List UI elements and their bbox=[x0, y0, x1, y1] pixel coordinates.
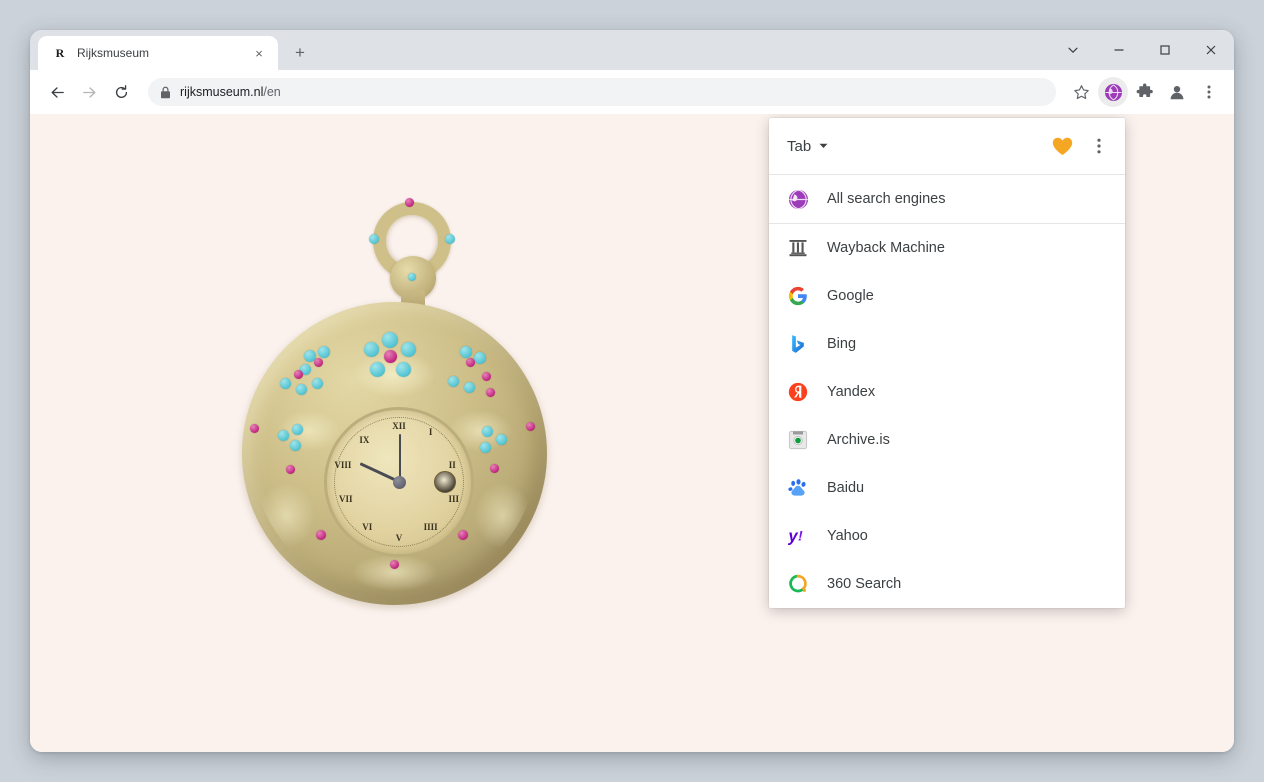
chrome-menu-icon[interactable] bbox=[1194, 77, 1224, 107]
gem-turquoise bbox=[408, 273, 416, 281]
tab-scope-label: Tab bbox=[787, 138, 811, 155]
engine-label: 360 Search bbox=[827, 576, 901, 592]
360-search-icon bbox=[787, 573, 809, 595]
reload-button[interactable] bbox=[106, 77, 136, 107]
maximize-icon[interactable] bbox=[1142, 30, 1188, 70]
url-path: /en bbox=[263, 85, 280, 99]
panel-header: Tab bbox=[769, 118, 1125, 174]
tab-close-icon[interactable]: × bbox=[250, 44, 268, 62]
watch-case: XII I II III IIII V VI VII VIII IX bbox=[242, 302, 547, 605]
pocket-watch-image: XII I II III IIII V VI VII VIII IX bbox=[235, 194, 595, 614]
watch-hand-cap bbox=[393, 476, 406, 489]
engine-label: Baidu bbox=[827, 480, 864, 496]
browser-window: R Rijksmuseum × + bbox=[30, 30, 1234, 752]
gem-turquoise bbox=[445, 234, 455, 244]
profile-avatar-icon[interactable] bbox=[1162, 77, 1192, 107]
engine-label: Archive.is bbox=[827, 432, 890, 448]
tab-strip: R Rijksmuseum × + bbox=[30, 30, 1234, 70]
new-tab-button[interactable]: + bbox=[285, 37, 315, 67]
puzzle-icon[interactable] bbox=[1130, 77, 1160, 107]
forward-button[interactable] bbox=[74, 77, 104, 107]
tab-scope-selector[interactable]: Tab bbox=[787, 138, 828, 155]
lock-icon bbox=[160, 86, 171, 99]
engine-item-yandex[interactable]: Yandex bbox=[769, 368, 1125, 416]
engine-item-archive-is[interactable]: Archive.is bbox=[769, 416, 1125, 464]
engine-label: All search engines bbox=[827, 191, 946, 207]
minimize-icon[interactable] bbox=[1096, 30, 1142, 70]
gem-ruby bbox=[405, 198, 414, 207]
engine-item-yahoo[interactable]: y ! Yahoo bbox=[769, 512, 1125, 560]
bing-icon bbox=[787, 333, 809, 355]
rijksmuseum-favicon: R bbox=[52, 45, 68, 61]
google-icon bbox=[787, 285, 809, 307]
baidu-icon bbox=[787, 477, 809, 499]
browser-tab[interactable]: R Rijksmuseum × bbox=[38, 36, 278, 70]
url-text: rijksmuseum.nl/en bbox=[180, 85, 281, 99]
close-icon[interactable] bbox=[1188, 30, 1234, 70]
heart-icon[interactable] bbox=[1052, 137, 1073, 156]
browser-toolbar: rijksmuseum.nl/en bbox=[30, 70, 1234, 114]
svg-text:!: ! bbox=[798, 529, 803, 545]
yahoo-icon: y ! bbox=[787, 525, 809, 547]
engine-item-all-search-engines[interactable]: All search engines bbox=[769, 175, 1125, 223]
archive-is-icon bbox=[787, 429, 809, 451]
engine-item-baidu[interactable]: Baidu bbox=[769, 464, 1125, 512]
watch-dial: XII I II III IIII V VI VII VIII IX bbox=[324, 407, 474, 557]
yandex-icon bbox=[787, 381, 809, 403]
chevron-down-icon bbox=[819, 143, 828, 149]
engine-label: Yandex bbox=[827, 384, 875, 400]
search-engines-dropdown-panel: Tab bbox=[769, 118, 1125, 608]
panel-three-dot-menu-icon[interactable] bbox=[1087, 137, 1111, 155]
back-button[interactable] bbox=[42, 77, 72, 107]
bookmark-star-icon[interactable] bbox=[1066, 77, 1096, 107]
wayback-machine-icon bbox=[787, 237, 809, 259]
url-domain: rijksmuseum.nl bbox=[180, 85, 263, 99]
globe-extension-icon[interactable] bbox=[1098, 77, 1128, 107]
engine-item-google[interactable]: Google bbox=[769, 272, 1125, 320]
engine-item-360-search[interactable]: 360 Search bbox=[769, 560, 1125, 608]
globe-icon bbox=[787, 188, 809, 210]
window-controls bbox=[1050, 30, 1234, 70]
engine-label: Yahoo bbox=[827, 528, 868, 544]
svg-text:y: y bbox=[788, 527, 798, 546]
engine-item-wayback-machine[interactable]: Wayback Machine bbox=[769, 224, 1125, 272]
address-bar[interactable]: rijksmuseum.nl/en bbox=[148, 78, 1056, 106]
engine-label: Bing bbox=[827, 336, 856, 352]
engine-item-bing[interactable]: Bing bbox=[769, 320, 1125, 368]
page-viewport: XII I II III IIII V VI VII VIII IX bbox=[30, 114, 1234, 752]
watch-subdial bbox=[434, 471, 456, 493]
tab-title: Rijksmuseum bbox=[77, 46, 241, 60]
tab-search-chevron-down-icon[interactable] bbox=[1050, 30, 1096, 70]
gem-turquoise bbox=[369, 234, 379, 244]
engine-label: Wayback Machine bbox=[827, 240, 945, 256]
engine-label: Google bbox=[827, 288, 874, 304]
